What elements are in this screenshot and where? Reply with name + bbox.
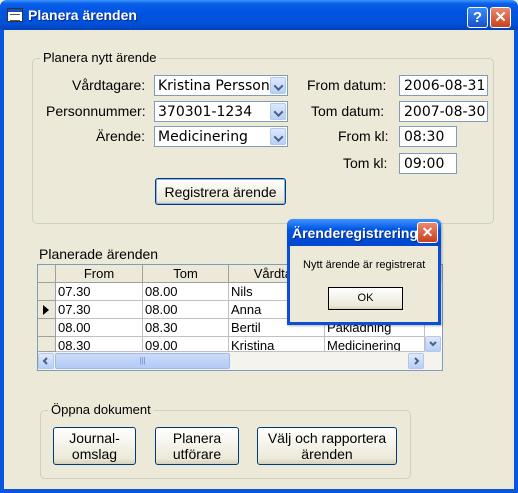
row-selector-current[interactable] (38, 301, 56, 319)
valj-rapportera-line1: Välj och rapportera (267, 430, 387, 446)
row-selector[interactable] (38, 283, 56, 301)
dialog-title-bar[interactable]: Ärenderegistrering ✕ (287, 219, 441, 246)
help-button[interactable]: ? (467, 7, 488, 28)
chevron-left-icon (42, 357, 48, 365)
scroll-right-button[interactable] (408, 353, 424, 369)
column-header-tom[interactable]: Tom (143, 265, 229, 283)
arende-value: Medicinering (158, 129, 248, 145)
row-selector[interactable] (38, 319, 56, 337)
table-cell[interactable]: 07.30 (56, 301, 143, 319)
horizontal-scrollbar[interactable]: ||| (38, 352, 442, 370)
scroll-left-button[interactable] (38, 353, 54, 369)
dialog-message: Nytt ärende är registrerat (303, 259, 426, 271)
scrollbar-thumb[interactable]: ||| (55, 353, 230, 369)
personnummer-combo[interactable]: 370301-1234 (154, 101, 288, 122)
table-cell[interactable]: 07.30 (56, 283, 143, 301)
title-bar[interactable]: Planera ärenden ? ✕ (0, 0, 518, 30)
window-title: Planera ärenden (28, 7, 137, 23)
grid-corner (38, 265, 56, 283)
journal-omslag-button[interactable]: Journal- omslag (53, 427, 136, 465)
row-selector[interactable] (38, 337, 56, 352)
table-cell[interactable]: 08.00 (56, 319, 143, 337)
close-button[interactable]: ✕ (490, 7, 511, 28)
chevron-down-icon (429, 341, 437, 347)
chevron-down-icon[interactable] (270, 103, 286, 120)
chevron-down-icon[interactable] (270, 77, 286, 94)
planera-utforare-line2: utförare (172, 446, 222, 462)
register-arende-button[interactable]: Registrera ärende (155, 178, 286, 205)
table-cell[interactable]: 08.30 (56, 337, 143, 352)
journal-omslag-line2: omslag (71, 446, 118, 462)
planned-label: Planerade ärenden (39, 246, 159, 262)
tom-kl-label: Tom kl: (343, 155, 388, 171)
from-kl-field[interactable]: 08:30 (399, 126, 457, 147)
message-dialog: Ärenderegistrering ✕ Nytt ärende är regi… (287, 219, 441, 325)
table-cell[interactable]: 09.00 (143, 337, 229, 352)
valj-rapportera-button[interactable]: Välj och rapportera ärenden (257, 427, 397, 465)
planera-utforare-line1: Planera (172, 430, 222, 446)
arende-label: Ärende: (96, 128, 146, 144)
from-datum-field[interactable]: 2006-08-31 (399, 75, 488, 96)
table-cell[interactable]: 08.00 (143, 283, 229, 301)
tom-datum-label: Tom datum: (311, 103, 385, 119)
vardtagare-label: Vårdtagare: (72, 77, 146, 93)
form-icon (7, 8, 23, 22)
from-kl-label: From kl: (338, 128, 389, 144)
planera-utforare-button[interactable]: Planera utförare (155, 427, 239, 465)
column-header-from[interactable]: From (56, 265, 143, 283)
personnummer-value: 370301-1234 (158, 104, 253, 120)
dialog-close-button[interactable]: ✕ (417, 222, 438, 243)
chevron-down-icon[interactable] (270, 128, 286, 145)
chevron-right-icon (414, 357, 420, 365)
arende-combo[interactable]: Medicinering (154, 126, 288, 147)
vardtagare-combo[interactable]: Kristina Persson (154, 75, 288, 96)
vardtagare-value: Kristina Persson (158, 78, 270, 94)
dialog-ok-button[interactable]: OK (328, 287, 403, 310)
journal-omslag-line1: Journal- (69, 430, 120, 446)
documents-group-legend: Öppna dokument (48, 402, 154, 417)
valj-rapportera-line2: ärenden (301, 446, 353, 462)
tom-kl-field[interactable]: 09:00 (399, 153, 457, 174)
from-datum-label: From datum: (307, 77, 387, 93)
personnummer-label: Personnummer: (46, 103, 146, 119)
table-cell[interactable]: 08.00 (143, 301, 229, 319)
scroll-down-button[interactable] (425, 336, 441, 352)
plan-group-legend: Planera nytt ärende (40, 50, 160, 65)
dialog-title: Ärenderegistrering (292, 225, 419, 241)
table-cell[interactable]: Medicinering (325, 337, 425, 352)
current-row-arrow-icon (43, 305, 49, 315)
table-cell[interactable]: Kristina (229, 337, 325, 352)
table-cell[interactable]: 08.30 (143, 319, 229, 337)
tom-datum-field[interactable]: 2007-08-30 (399, 101, 488, 122)
